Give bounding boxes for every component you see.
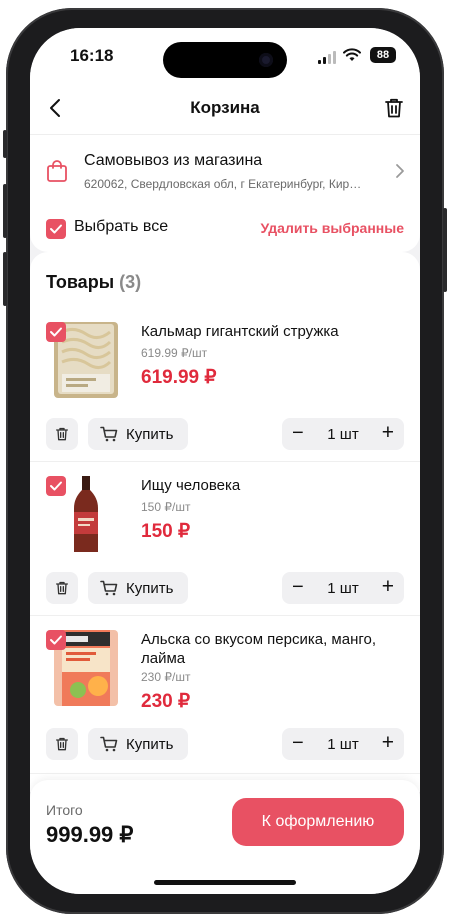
camera-icon <box>259 53 273 67</box>
screen: 16:18 88 Корзина Самовывоз из магазина 6… <box>30 28 420 894</box>
buy-button[interactable]: Купить <box>88 728 188 760</box>
checkout-footer: Итого 999.99 ₽ К оформлению <box>30 780 420 894</box>
cart-item: Кальмар гигантский стружка 619.99 ₽/шт 6… <box>30 308 420 462</box>
cart-icon <box>100 580 118 596</box>
status-time: 16:18 <box>70 46 114 65</box>
cart-item: Ищу человека 150 ₽/шт 150 ₽ Купить − 1 ш… <box>30 462 420 616</box>
select-all-label[interactable]: Выбрать все <box>74 218 168 236</box>
trash-icon <box>56 737 68 751</box>
battery-indicator: 88 <box>370 47 396 63</box>
shopping-bag-icon <box>47 160 67 182</box>
buy-label: Купить <box>126 580 174 597</box>
product-price: 150 ₽ <box>141 521 191 542</box>
power-button <box>443 208 447 292</box>
dynamic-island <box>163 42 287 78</box>
product-price: 230 ₽ <box>141 691 191 712</box>
chevron-right-icon[interactable] <box>394 163 406 179</box>
total-value: 999.99 ₽ <box>46 822 134 847</box>
home-indicator[interactable] <box>154 880 296 885</box>
quantity-stepper: − 1 шт + <box>282 572 404 604</box>
volume-down-button <box>3 252 7 306</box>
product-name[interactable]: Альска со вкусом персика, манго, лайма <box>141 630 411 668</box>
product-price: 619.99 ₽ <box>141 367 217 388</box>
page-title: Корзина <box>190 98 260 117</box>
goods-title-text: Товары <box>46 272 115 292</box>
unit-price: 230 ₽/шт <box>141 670 191 684</box>
goods-title: Товары (3) <box>46 272 141 293</box>
cart-item: Альска со вкусом персика, манго, лайма 2… <box>30 616 420 774</box>
buy-label: Купить <box>126 426 174 443</box>
check-icon <box>50 327 62 337</box>
status-bar: 16:18 88 <box>30 28 420 84</box>
signal-icon <box>318 51 336 64</box>
pickup-section: Самовывоз из магазина 620062, Свердловск… <box>30 134 420 252</box>
remove-item-button[interactable] <box>46 728 78 760</box>
unit-price: 619.99 ₽/шт <box>141 346 208 360</box>
buy-label: Купить <box>126 736 174 753</box>
goods-count: (3) <box>119 272 142 292</box>
total-label: Итого <box>46 802 83 818</box>
action-button <box>3 130 7 158</box>
select-all-row: Выбрать все Удалить выбранные <box>46 217 404 241</box>
wifi-icon <box>343 48 361 61</box>
cart-icon <box>100 736 118 752</box>
item-checkbox[interactable] <box>46 476 66 496</box>
increment-button[interactable]: + <box>382 731 394 755</box>
remove-item-button[interactable] <box>46 572 78 604</box>
select-all-checkbox[interactable] <box>46 219 66 239</box>
product-name[interactable]: Кальмар гигантский стружка <box>141 322 411 341</box>
pickup-address[interactable]: 620062, Свердловская обл, г Екатеринбург… <box>84 177 380 191</box>
item-checkbox[interactable] <box>46 630 66 650</box>
trash-icon <box>56 427 68 441</box>
buy-button[interactable]: Купить <box>88 418 188 450</box>
increment-button[interactable]: + <box>382 575 394 599</box>
quantity-stepper: − 1 шт + <box>282 728 404 760</box>
item-checkbox[interactable] <box>46 322 66 342</box>
product-name[interactable]: Ищу человека <box>141 476 411 495</box>
cart-icon <box>100 426 118 442</box>
goods-section: Товары (3) Кальмар гигантский стружка 61… <box>30 252 420 792</box>
unit-price: 150 ₽/шт <box>141 500 191 514</box>
checkout-button[interactable]: К оформлению <box>232 798 404 846</box>
volume-up-button <box>3 184 7 238</box>
app-header: Корзина <box>30 84 420 134</box>
quantity-stepper: − 1 шт + <box>282 418 404 450</box>
pickup-title[interactable]: Самовывоз из магазина <box>84 152 262 170</box>
check-icon <box>50 481 62 491</box>
check-icon <box>50 635 62 645</box>
trash-icon[interactable] <box>382 96 406 120</box>
buy-button[interactable]: Купить <box>88 572 188 604</box>
delete-selected-button[interactable]: Удалить выбранные <box>260 220 404 236</box>
trash-icon <box>56 581 68 595</box>
remove-item-button[interactable] <box>46 418 78 450</box>
check-icon <box>50 224 62 234</box>
increment-button[interactable]: + <box>382 421 394 445</box>
